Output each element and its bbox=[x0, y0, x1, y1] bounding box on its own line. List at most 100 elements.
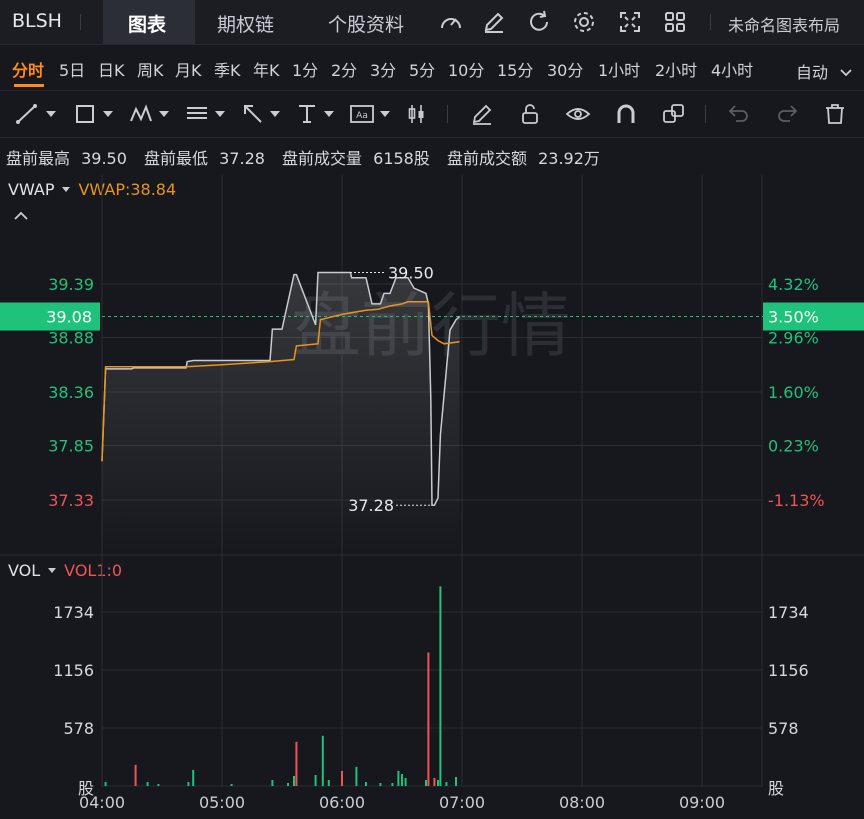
mode-select[interactable]: 自动 bbox=[796, 59, 853, 83]
period-day-k[interactable]: 日K bbox=[98, 57, 125, 81]
tab-chart[interactable]: 图表 bbox=[128, 10, 166, 37]
caret-down-icon[interactable] bbox=[62, 186, 71, 192]
mode-label: 自动 bbox=[796, 63, 829, 82]
period-2h[interactable]: 2小时 bbox=[655, 57, 697, 81]
y-tick-label-right: -1.13% bbox=[768, 491, 825, 510]
trash-icon[interactable] bbox=[822, 101, 848, 127]
low-annotation-label: 37.28 bbox=[348, 496, 394, 515]
vol-legend-name: VOL bbox=[8, 561, 41, 580]
ticker-symbol[interactable]: BLSH bbox=[12, 10, 62, 32]
caret-down-icon[interactable] bbox=[103, 111, 113, 117]
x-tick-label: 08:00 bbox=[559, 793, 605, 812]
volume-bar bbox=[293, 776, 295, 786]
caret-down-icon[interactable] bbox=[159, 111, 169, 117]
volume-bar bbox=[401, 774, 403, 786]
grid-icon[interactable] bbox=[661, 8, 689, 36]
magnet-icon[interactable] bbox=[613, 101, 639, 127]
current-pct-badge bbox=[763, 302, 864, 331]
price-area-fill bbox=[102, 272, 460, 555]
gear-icon[interactable] bbox=[570, 8, 598, 36]
chevron-down-icon bbox=[840, 69, 852, 77]
caret-down-icon[interactable] bbox=[215, 111, 225, 117]
pattern-icon[interactable] bbox=[128, 101, 154, 127]
edit-icon[interactable] bbox=[480, 8, 508, 36]
period-30min[interactable]: 30分 bbox=[547, 57, 583, 81]
tab-options-chain[interactable]: 期权链 bbox=[217, 10, 274, 37]
fullscreen-icon[interactable] bbox=[616, 8, 644, 36]
x-tick-label: 09:00 bbox=[679, 793, 725, 812]
y-tick-label-right: 1.60% bbox=[768, 383, 819, 402]
drawing-toolbar: Aa bbox=[0, 90, 864, 138]
volume-bar bbox=[314, 775, 317, 786]
unlock-icon[interactable] bbox=[517, 101, 543, 127]
volume-tick-label-right: 578 bbox=[768, 719, 799, 738]
period-15min[interactable]: 15分 bbox=[497, 57, 533, 81]
collapse-chevron-up-icon[interactable] bbox=[12, 210, 30, 222]
volume-bar bbox=[445, 782, 448, 786]
note-icon[interactable]: Aa bbox=[349, 101, 375, 127]
current-price-badge bbox=[0, 302, 100, 331]
period-quarter-k[interactable]: 季K bbox=[214, 57, 241, 81]
vol-legend[interactable]: VOL VOL1:0 bbox=[8, 561, 122, 580]
redo-icon[interactable] bbox=[774, 101, 800, 127]
vwap-legend-name: VWAP bbox=[8, 180, 55, 199]
eye-icon[interactable] bbox=[565, 101, 591, 127]
pencil-icon[interactable] bbox=[469, 101, 495, 127]
volume-tick-label-right: 1734 bbox=[768, 603, 809, 622]
y-tick-label-right: 4.32% bbox=[768, 275, 819, 294]
volume-bar bbox=[271, 780, 274, 786]
divider bbox=[710, 14, 711, 30]
rectangle-icon[interactable] bbox=[72, 101, 98, 127]
vwap-legend[interactable]: VWAP VWAP:38.84 bbox=[8, 180, 176, 199]
period-3min[interactable]: 3分 bbox=[370, 57, 396, 81]
caret-down-icon[interactable] bbox=[46, 111, 56, 117]
caret-down-icon[interactable] bbox=[324, 111, 334, 117]
period-4h[interactable]: 4小时 bbox=[711, 57, 753, 81]
caret-down-icon[interactable] bbox=[48, 567, 57, 573]
period-5min[interactable]: 5分 bbox=[409, 57, 435, 81]
period-week-k[interactable]: 周K bbox=[137, 57, 164, 81]
stat-volume: 盘前成交量 6158股 bbox=[282, 149, 430, 168]
premarket-stats: 盘前最高 39.50 盘前最低 37.28 盘前成交量 6158股 盘前成交额 … bbox=[6, 145, 612, 169]
volume-tick-label-left: 1156 bbox=[53, 661, 94, 680]
volume-bar bbox=[321, 735, 324, 786]
volume-tick-label-left: 578 bbox=[63, 719, 94, 738]
divider bbox=[705, 105, 706, 123]
layout-name-button[interactable]: 未命名图表布局 bbox=[728, 12, 840, 36]
volume-tick-label-right: 1156 bbox=[768, 661, 809, 680]
trendline-icon[interactable] bbox=[14, 101, 40, 127]
vol-legend-value: VOL1:0 bbox=[64, 561, 123, 580]
caret-down-icon[interactable] bbox=[380, 111, 390, 117]
x-tick-label: 07:00 bbox=[439, 793, 485, 812]
stat-low: 盘前最低 37.28 bbox=[144, 149, 265, 168]
divider bbox=[80, 14, 81, 30]
axis-labels: 39.39 38.88 38.36 37.85 37.33 4.32% 2.96% 1.60%… bbox=[48, 275, 824, 812]
divider bbox=[447, 105, 448, 123]
period-5d[interactable]: 5日 bbox=[59, 57, 85, 81]
period-2min[interactable]: 2分 bbox=[331, 57, 357, 81]
refresh-icon[interactable] bbox=[525, 8, 553, 36]
caret-down-icon[interactable] bbox=[270, 111, 280, 117]
high-low-annotations: 39.50 37.28 bbox=[348, 263, 434, 515]
volume-tick-label-left: 1734 bbox=[53, 603, 94, 622]
undo-icon[interactable] bbox=[726, 101, 752, 127]
active-period-underline bbox=[14, 84, 44, 87]
period-month-k[interactable]: 月K bbox=[175, 57, 202, 81]
y-tick-label-left: 38.88 bbox=[48, 328, 94, 347]
fib-icon[interactable] bbox=[184, 101, 210, 127]
period-1min[interactable]: 1分 bbox=[292, 57, 318, 81]
period-intraday[interactable]: 分时 bbox=[12, 57, 44, 81]
period-year-k[interactable]: 年K bbox=[253, 57, 280, 81]
period-10min[interactable]: 10分 bbox=[448, 57, 484, 81]
text-icon[interactable] bbox=[294, 101, 320, 127]
volume-bar bbox=[355, 766, 358, 786]
gauge-icon[interactable] bbox=[437, 8, 465, 36]
current-pct-label: 3.50% bbox=[768, 308, 819, 327]
arrow-icon[interactable] bbox=[240, 101, 266, 127]
tab-company-profile[interactable]: 个股资料 bbox=[328, 10, 404, 37]
current-price-label: 39.08 bbox=[46, 308, 92, 327]
clone-icon[interactable] bbox=[661, 101, 687, 127]
candle-icon[interactable] bbox=[405, 101, 431, 127]
period-1h[interactable]: 1小时 bbox=[598, 57, 640, 81]
volume-bar bbox=[134, 764, 137, 786]
